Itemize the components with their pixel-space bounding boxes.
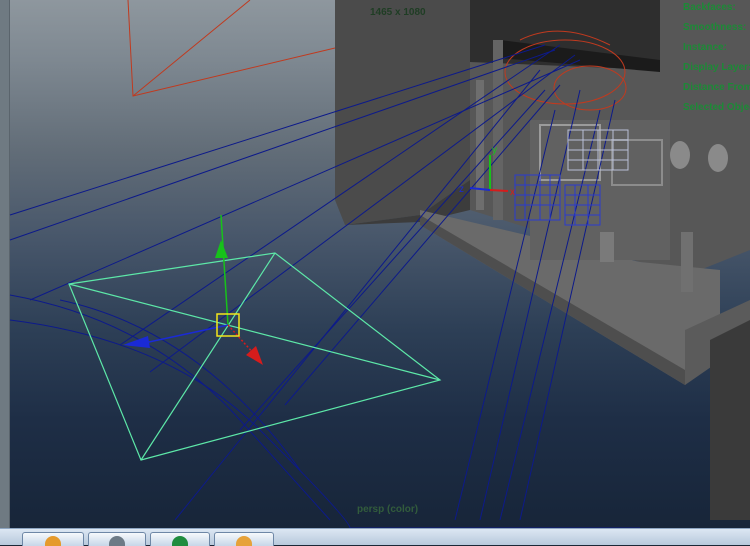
hud-display-layer: Display Layer: [683, 62, 750, 73]
axis-x-label: x [510, 187, 515, 198]
media-icon [236, 536, 252, 546]
scene-render: y z x [9, 0, 750, 528]
hud-smoothness: Smoothness: [683, 22, 747, 33]
folder-icon [45, 536, 61, 546]
camera-name-label: persp (color) [357, 504, 419, 515]
taskbar [0, 528, 750, 546]
hud-distance-from-camera: Distance From Camera: [683, 82, 750, 93]
resolution-gate-label: 1465 x 1080 [370, 7, 426, 18]
hud-selected-objects: Selected Objects: [683, 102, 750, 113]
terminal-icon [109, 536, 125, 546]
hud-instance: Instance: [683, 42, 727, 53]
move-y-handle[interactable] [215, 240, 228, 258]
move-manipulator [123, 214, 263, 365]
axis-z-label: z [459, 184, 464, 195]
browser-icon [172, 536, 188, 546]
move-x-axis [227, 324, 256, 356]
heads-up-display: Backfaces: Smoothness: Instance: Display… [683, 0, 750, 120]
move-y-axis [220, 214, 229, 326]
axis-y-label: y [492, 145, 497, 156]
move-x-handle[interactable] [246, 346, 263, 365]
persp-viewport[interactable]: y z x 1465 x 1080 Backfaces: Smoothness:… [0, 0, 750, 528]
hud-backfaces: Backfaces: [683, 2, 736, 13]
